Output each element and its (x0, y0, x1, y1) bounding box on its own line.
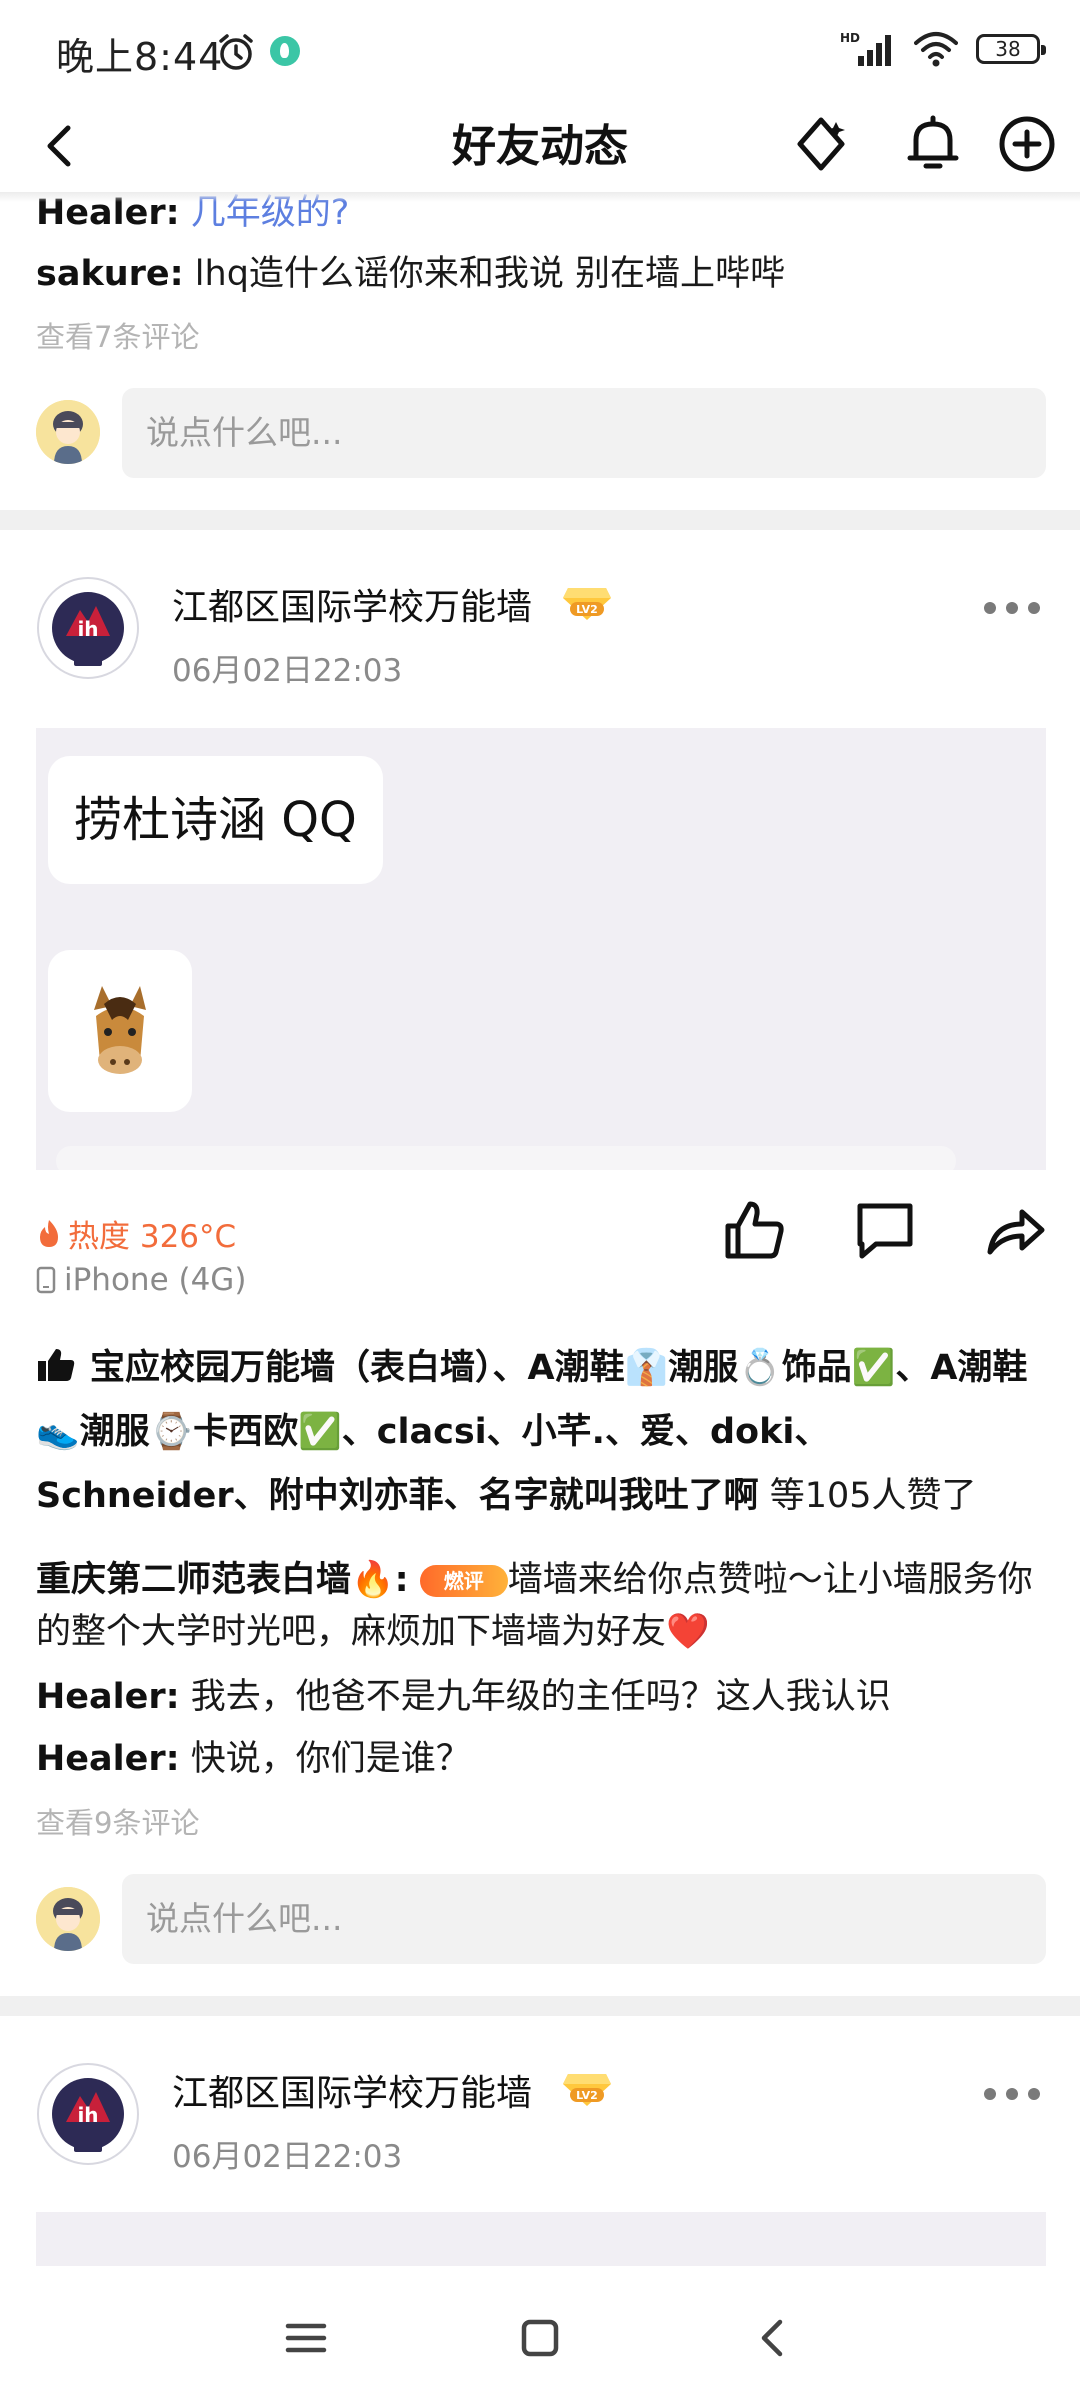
avatar-illustration (36, 1887, 100, 1951)
view-all-comments-link[interactable]: 查看7条评论 (36, 314, 199, 356)
poster-avatar[interactable]: ih (36, 576, 140, 680)
svg-text:ih: ih (77, 617, 98, 641)
level-badge-icon: LV2 (563, 2074, 611, 2106)
phone-icon (36, 1266, 56, 1294)
comment-author[interactable]: sakure: (36, 254, 184, 294)
thumbs-up-icon (38, 1349, 75, 1381)
view-all-comments-link[interactable]: 查看9条评论 (36, 1800, 199, 1842)
signal-icon: HD (840, 31, 891, 66)
feed-divider (0, 510, 1080, 530)
like-button[interactable] (720, 1196, 790, 1264)
clock: 晚上8:44 (56, 35, 224, 79)
status-bar: 晚上8:44 HD 38 (0, 0, 1080, 100)
likes-summary[interactable]: 宝应校园万能墙（表白墙）、A潮鞋👔潮服💍饰品✅、A潮鞋👟潮服⌚卡西欧✅、clac… (36, 1336, 1046, 1528)
horse-face-icon (94, 986, 146, 1074)
network-type-label: HD (840, 31, 860, 45)
more-options-button[interactable] (984, 2084, 1040, 2104)
comment-text: 快说，你们是谁？ (179, 1739, 471, 1779)
hot-comment-badge: 燃评 (419, 1565, 508, 1597)
school-logo: ih (37, 2063, 139, 2165)
sparkle-button[interactable] (786, 108, 856, 180)
level-badge-icon: LV2 (563, 588, 611, 620)
level-badge-text: LV2 (576, 2089, 598, 2102)
school-logo: ih (37, 577, 139, 679)
poster-name[interactable]: 江都区国际学校万能墙 (172, 2064, 532, 2116)
menu-button[interactable] (274, 2306, 338, 2370)
device-info: iPhone (4G) (36, 1262, 246, 1298)
system-nav-bar (0, 2266, 1080, 2400)
notification-bell-button[interactable] (898, 108, 968, 180)
level-badge-text: LV2 (576, 603, 598, 616)
my-avatar[interactable] (36, 400, 100, 464)
share-button[interactable] (980, 1196, 1050, 1264)
feed-divider (0, 1996, 1080, 2016)
battery-indicator: 38 (976, 34, 1046, 64)
comment-author[interactable]: Healer: (36, 1739, 180, 1779)
comment-author[interactable]: 重庆第二师范表白墙🔥: (36, 1560, 409, 1600)
my-avatar[interactable] (36, 1887, 100, 1951)
back-button[interactable] (30, 114, 90, 178)
poster-avatar[interactable]: ih (36, 2062, 140, 2166)
poster-name[interactable]: 江都区国际学校万能墙 (172, 578, 532, 630)
comment-row[interactable]: Healer: 快说，你们是谁？ (36, 1730, 471, 1781)
comment-author[interactable]: Healer: (36, 1677, 180, 1717)
fire-icon (40, 1219, 58, 1247)
comment-row[interactable]: Healer: 我去，他爸不是九年级的主任吗？这人我认识 (36, 1668, 891, 1719)
comment-input[interactable]: 说点什么吧... (122, 1874, 1046, 1964)
post-image[interactable]: 捞杜诗涵 QQ (36, 728, 1046, 1170)
system-back-button[interactable] (742, 2306, 806, 2370)
comment-row[interactable]: 重庆第二师范表白墙🔥: 燃评 墙墙来给你点赞啦～让小墙服务你的整个大学时光吧，麻烦… (36, 1554, 1046, 1658)
image-fade (56, 1146, 956, 1170)
likes-count: 等105人赞了 (758, 1476, 977, 1516)
svg-text:ih: ih (77, 2103, 98, 2127)
comment-text: lhq造什么谣你来和我说 别在墙上哔哔 (194, 254, 786, 294)
comment-text: 我去，他爸不是九年级的主任吗？这人我认识 (179, 1677, 891, 1717)
avatar-illustration (36, 400, 100, 464)
comment-button[interactable] (850, 1196, 920, 1264)
heat-indicator: 热度 326°C (36, 1211, 236, 1256)
wifi-icon (914, 32, 958, 67)
add-post-button[interactable] (992, 108, 1062, 180)
chat-bubble-text: 捞杜诗涵 QQ (48, 756, 383, 884)
comment-input[interactable]: 说点什么吧... (122, 388, 1046, 478)
nav-shadow (0, 192, 1080, 202)
home-button[interactable] (508, 2306, 572, 2370)
chat-bubble-emoji (48, 950, 192, 1112)
post-time: 06月02日22:03 (172, 2139, 403, 2175)
device-name: iPhone (4G) (64, 1262, 247, 1298)
post-time: 06月02日22:03 (172, 653, 403, 689)
top-nav: 好友动态 (0, 100, 1080, 192)
app-notification-icon (270, 36, 300, 66)
post-image[interactable] (36, 2212, 1046, 2266)
alarm-icon (219, 34, 253, 70)
more-options-button[interactable] (984, 598, 1040, 618)
heat-value: 热度 326°C (68, 1219, 237, 1255)
comment-row[interactable]: sakure: lhq造什么谣你来和我说 别在墙上哔哔 (36, 245, 785, 296)
